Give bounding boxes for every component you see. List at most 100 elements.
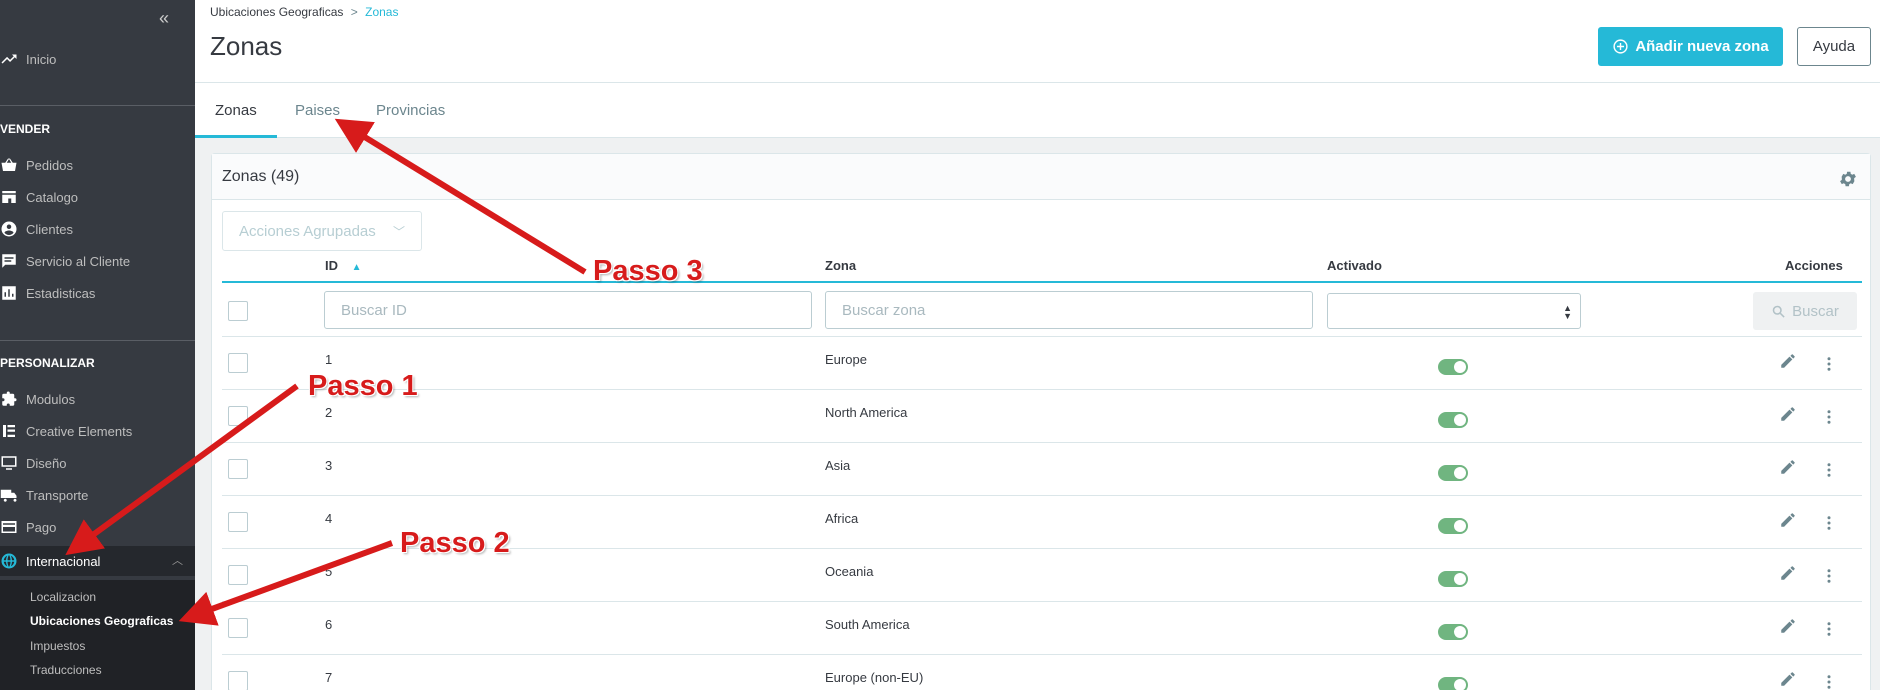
cell-zone: Europe (non-EU) — [825, 669, 924, 685]
more-vertical-icon[interactable] — [1820, 354, 1838, 374]
tab-countries[interactable]: Paises — [295, 83, 340, 138]
active-toggle[interactable] — [1438, 676, 1468, 690]
submenu-item-translations[interactable]: Traducciones — [30, 663, 102, 677]
cell-id: 7 — [325, 669, 333, 685]
add-zone-button[interactable]: Añadir nueva zona — [1598, 27, 1783, 66]
submenu-item-geographic-locations[interactable]: Ubicaciones Geograficas — [30, 614, 173, 628]
sidebar-item-shipping[interactable]: Transporte — [0, 482, 195, 508]
globe-icon — [1, 553, 17, 569]
sidebar-item-international[interactable]: Internacional ︿ — [0, 546, 195, 576]
sidebar-item-customer-service[interactable]: Servicio al Cliente — [0, 248, 195, 274]
more-vertical-icon[interactable] — [1820, 672, 1838, 690]
active-toggle[interactable] — [1438, 517, 1468, 534]
gear-icon[interactable] — [1838, 169, 1858, 189]
sidebar-item-label: Estadisticas — [26, 285, 96, 301]
more-vertical-icon[interactable] — [1820, 460, 1838, 480]
column-header-zone[interactable]: Zona — [825, 258, 856, 273]
pencil-icon[interactable] — [1779, 617, 1797, 635]
help-button[interactable]: Ayuda — [1797, 27, 1871, 66]
cell-zone: Europe — [825, 351, 867, 367]
active-toggle[interactable] — [1438, 623, 1468, 640]
page-title: Zonas — [210, 31, 283, 61]
search-button-label: Buscar — [1792, 302, 1839, 320]
cell-id: 3 — [325, 457, 333, 473]
pencil-icon[interactable] — [1779, 564, 1797, 582]
collapse-sidebar-icon[interactable]: « — [159, 8, 169, 29]
sidebar-item-catalog[interactable]: Catalogo — [0, 184, 195, 210]
row-divider — [222, 601, 1862, 602]
sidebar-section-customize: PERSONALIZAR — [0, 356, 95, 370]
breadcrumb-parent[interactable]: Ubicaciones Geograficas — [210, 5, 343, 19]
search-button[interactable]: Buscar — [1753, 292, 1857, 330]
pencil-icon[interactable] — [1779, 352, 1797, 370]
row-checkbox[interactable] — [228, 352, 248, 373]
sidebar-item-customers[interactable]: Clientes — [0, 216, 195, 242]
zones-card: Zonas (49) Acciones Agrupadas ﹀ ID ▲ Zon… — [211, 153, 1871, 690]
pencil-icon[interactable] — [1779, 458, 1797, 476]
row-checkbox[interactable] — [228, 458, 248, 479]
pencil-icon[interactable] — [1779, 670, 1797, 688]
annotation-step-1: Passo 1 — [308, 370, 418, 402]
active-toggle[interactable] — [1438, 570, 1468, 587]
sidebar-item-creative-elements[interactable]: Creative Elements — [0, 418, 195, 444]
row-divider — [222, 495, 1862, 496]
submenu-item-taxes[interactable]: Impuestos — [30, 639, 85, 653]
row-checkbox[interactable] — [228, 405, 248, 426]
active-toggle[interactable] — [1438, 464, 1468, 481]
active-filter-select[interactable]: ▲ ▼ — [1327, 293, 1581, 329]
sidebar-item-orders[interactable]: Pedidos — [0, 152, 195, 178]
select-all-checkbox[interactable] — [228, 301, 248, 321]
sidebar-item-payment[interactable]: Pago — [0, 514, 195, 540]
sidebar-item-label: Clientes — [26, 221, 73, 237]
more-vertical-icon[interactable] — [1820, 619, 1838, 639]
column-header-actions: Acciones — [1785, 258, 1843, 273]
trending-icon — [1, 54, 17, 64]
column-header-active[interactable]: Activado — [1327, 258, 1382, 273]
card-header: Zonas (49) — [212, 154, 1870, 200]
more-vertical-icon[interactable] — [1820, 407, 1838, 427]
more-vertical-icon[interactable] — [1820, 566, 1838, 586]
more-vertical-icon[interactable] — [1820, 513, 1838, 533]
sort-asc-icon[interactable]: ▲ — [352, 262, 362, 273]
search-icon — [1772, 305, 1785, 318]
cell-id: 6 — [325, 616, 333, 632]
active-toggle[interactable] — [1438, 358, 1468, 375]
active-toggle[interactable] — [1438, 411, 1468, 428]
chat-icon — [2, 254, 16, 268]
chevron-down-icon: ﹀ — [392, 224, 405, 239]
row-checkbox[interactable] — [228, 617, 248, 638]
sidebar-item-label: Pedidos — [26, 157, 73, 173]
puzzle-icon — [2, 391, 17, 406]
submenu-item-localization[interactable]: Localizacion — [30, 590, 96, 604]
row-checkbox[interactable] — [228, 670, 248, 690]
row-checkbox[interactable] — [228, 564, 248, 585]
bulk-actions-dropdown[interactable]: Acciones Agrupadas ﹀ — [222, 211, 422, 251]
annotation-step-3: Passo 3 — [593, 255, 703, 287]
breadcrumb: Ubicaciones Geograficas > Zonas — [210, 5, 398, 19]
cell-zone: Oceania — [825, 563, 874, 579]
sidebar-item-design[interactable]: Diseño — [0, 450, 195, 476]
sidebar-item-label: Pago — [26, 519, 57, 535]
pencil-icon[interactable] — [1779, 405, 1797, 423]
tabs-bar: Zonas Paises Provincias — [195, 83, 1880, 138]
sidebar-item-home[interactable]: Inicio — [0, 46, 195, 72]
card-title: Zonas (49) — [222, 168, 300, 185]
cell-id: 2 — [325, 404, 333, 420]
search-zone-input[interactable] — [825, 291, 1313, 329]
sidebar-item-stats[interactable]: Estadisticas — [0, 280, 195, 306]
row-divider — [222, 336, 1862, 337]
bar-chart-icon — [2, 286, 16, 300]
sidebar-item-label: Servicio al Cliente — [26, 253, 131, 269]
row-checkbox[interactable] — [228, 511, 248, 532]
tab-provinces[interactable]: Provincias — [376, 83, 445, 138]
column-header-id[interactable]: ID ▲ — [325, 258, 362, 273]
row-divider — [222, 654, 1862, 655]
sidebar-item-modules[interactable]: Modulos — [0, 386, 195, 412]
sidebar-item-label: Diseño — [26, 455, 67, 471]
row-divider — [222, 389, 1862, 390]
tab-zones[interactable]: Zonas — [195, 83, 277, 138]
breadcrumb-current[interactable]: Zonas — [365, 5, 398, 19]
search-id-input[interactable] — [324, 291, 812, 329]
cell-zone: North America — [825, 404, 908, 420]
pencil-icon[interactable] — [1779, 511, 1797, 529]
